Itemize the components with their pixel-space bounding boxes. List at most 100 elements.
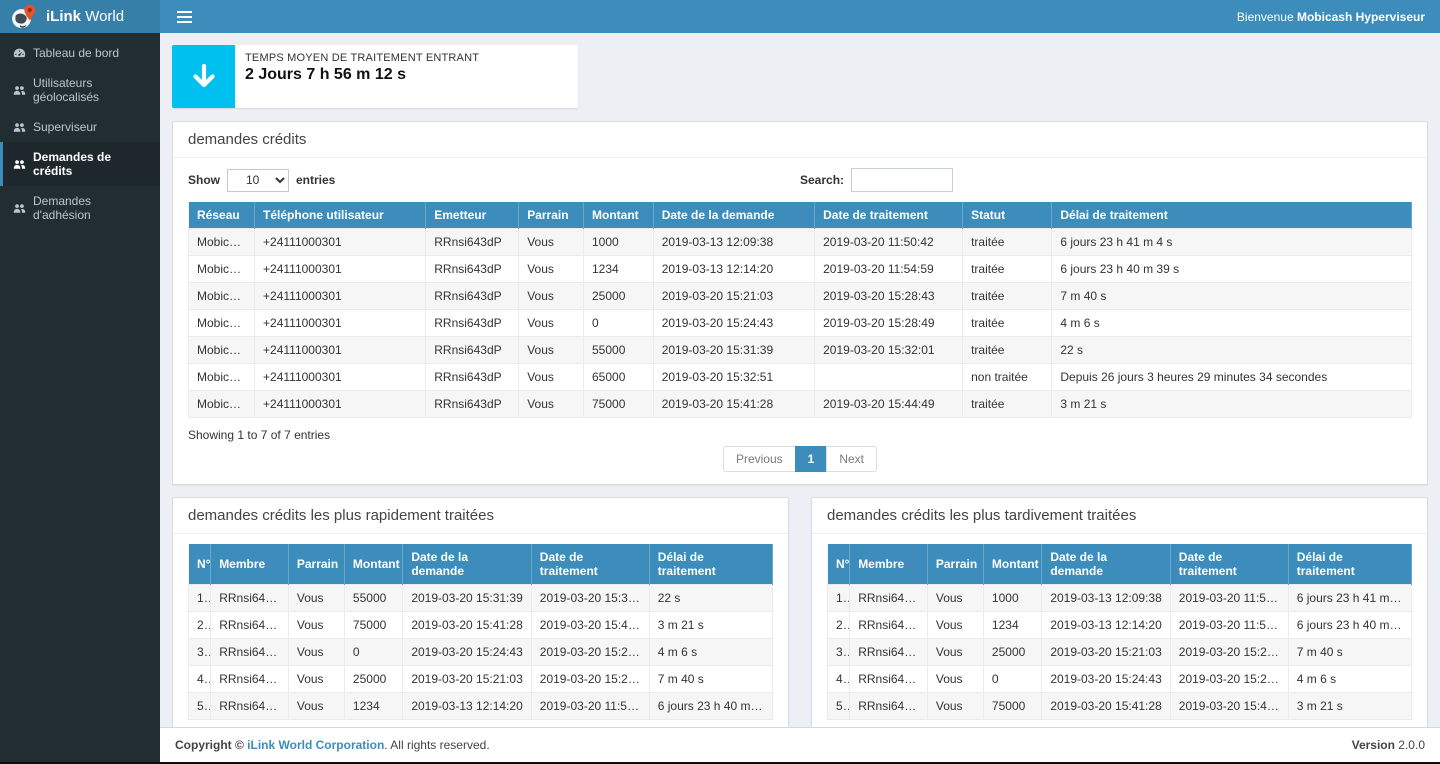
table-cell: 2019-03-20 15:24:43 (403, 639, 531, 666)
table-cell: 2019-03-20 11:50:42 (815, 229, 963, 256)
table-cell: RRnsi643dP (211, 612, 289, 639)
sidebar-item-demandes-d-adhesion[interactable]: Demandes d'adhésion (0, 186, 160, 230)
table-cell: 2019-03-20 11:54:59 (1170, 612, 1288, 639)
table-cell: +24111000301 (255, 310, 426, 337)
table-row: Mobicash+24111000301RRnsi643dPVous123420… (189, 256, 1412, 283)
entries-label: entries (296, 173, 335, 187)
table-cell: traitée (963, 283, 1052, 310)
table-cell: 2019-03-20 15:28:49 (815, 310, 963, 337)
table-cell: 4 (189, 666, 211, 693)
table-cell: RRnsi643dP (426, 256, 519, 283)
table-row: 4RRnsi643dPVous250002019-03-20 15:21:032… (189, 666, 773, 693)
table-row: 2RRnsi643dPVous750002019-03-20 15:41:282… (189, 612, 773, 639)
table-cell: 2019-03-20 15:31:39 (653, 337, 814, 364)
table-cell: 2019-03-20 11:54:59 (815, 256, 963, 283)
column-header-telephone-utilisateur[interactable]: Téléphone utilisateur (255, 202, 426, 229)
table-summary: Showing 1 to 7 of 7 entries (188, 428, 1412, 442)
table-cell: RRnsi643dP (211, 639, 289, 666)
panel-title: demandes crédits (173, 122, 1427, 158)
hamburger-icon[interactable] (175, 7, 194, 27)
column-header-delai-de-traitement[interactable]: Délai de traitement (1052, 202, 1412, 229)
sidebar-menu: Tableau de bord Utilisateurs géolocalisé… (0, 33, 160, 230)
table-row: Mobicash+24111000301RRnsi643dPVous02019-… (189, 310, 1412, 337)
brand-logo[interactable]: iLink World (0, 0, 160, 33)
pagination-next-button[interactable]: Next (826, 446, 877, 472)
table-cell: 6 jours 23 h 40 m 39 s (649, 693, 772, 720)
column-header-emetteur[interactable]: Emetteur (426, 202, 519, 229)
sidebar-item-utilisateurs-geolocalises[interactable]: Utilisateurs géolocalisés (0, 68, 160, 112)
table-row: Mobicash+24111000301RRnsi643dPVous550002… (189, 337, 1412, 364)
users-icon (13, 158, 26, 171)
table-cell: 2019-03-20 15:44:49 (1170, 693, 1288, 720)
company-link[interactable]: iLink World Corporation (247, 738, 384, 752)
column-header-montant[interactable]: Montant (584, 202, 654, 229)
users-icon (13, 202, 26, 215)
table-cell: 2019-03-20 15:21:03 (653, 283, 814, 310)
table-cell: 6 jours 23 h 41 m 4 s (1288, 585, 1411, 612)
search-control: Search: (800, 168, 1412, 192)
table-cell: 2019-03-20 15:32:01 (531, 585, 649, 612)
search-input[interactable] (851, 168, 953, 192)
table-row: Mobicash+24111000301RRnsi643dPVous100020… (189, 229, 1412, 256)
column-header-membre: Membre (211, 544, 289, 585)
sidebar-item-tableau-de-bord[interactable]: Tableau de bord (0, 38, 160, 68)
sidebar-item-label: Demandes de crédits (33, 150, 152, 178)
table-cell: 2019-03-20 15:44:49 (815, 391, 963, 418)
table-cell: 6 jours 23 h 40 m 39 s (1052, 256, 1412, 283)
table-cell: 25000 (584, 283, 654, 310)
table-cell: RRnsi643dP (426, 391, 519, 418)
table-cell: RRnsi643dP (426, 283, 519, 310)
table-cell: 0 (344, 639, 402, 666)
column-header-parrain[interactable]: Parrain (519, 202, 584, 229)
table-row: 1RRnsi643dPVous10002019-03-13 12:09:3820… (828, 585, 1412, 612)
users-icon (13, 84, 26, 97)
info-box-label: TEMPS MOYEN DE TRAITEMENT ENTRANT (245, 52, 479, 64)
column-header-date-de-la-demande: Date de la demande (1042, 544, 1170, 585)
copyright-text: Copyright © iLink World Corporation. All… (175, 738, 490, 752)
column-header-n: N° (189, 544, 211, 585)
table-cell: Vous (519, 310, 584, 337)
table-cell: 2019-03-20 15:28:49 (1170, 666, 1288, 693)
table-cell: 1 (189, 585, 211, 612)
sidebar-item-label: Superviseur (33, 120, 97, 134)
table-cell: 2019-03-20 15:21:03 (403, 666, 531, 693)
table-cell: traitée (963, 337, 1052, 364)
demandes-credits-panel: demandes crédits Show 10 entries Search:… (172, 121, 1428, 485)
table-cell: Mobicash (189, 229, 255, 256)
content-area: TEMPS MOYEN DE TRAITEMENT ENTRANT 2 Jour… (160, 33, 1440, 727)
table-cell: 3 m 21 s (1288, 693, 1411, 720)
column-header-date-de-la-demande: Date de la demande (403, 544, 531, 585)
table-cell: 0 (584, 310, 654, 337)
sidebar-item-demandes-de-credits[interactable]: Demandes de crédits (0, 142, 160, 186)
table-cell: 75000 (584, 391, 654, 418)
top-navbar: iLink World Bienvenue Mobicash Hypervise… (0, 0, 1440, 33)
table-cell: 55000 (344, 585, 402, 612)
table-cell: 2019-03-13 12:09:38 (1042, 585, 1170, 612)
column-header-statut[interactable]: Statut (963, 202, 1052, 229)
pagination-page-1[interactable]: 1 (795, 446, 828, 472)
page-length-select[interactable]: 10 (227, 169, 289, 192)
table-cell: 25000 (983, 639, 1041, 666)
table-cell: Mobicash (189, 283, 255, 310)
sidebar-item-superviseur[interactable]: Superviseur (0, 112, 160, 142)
table-row: 5RRnsi643dPVous12342019-03-13 12:14:2020… (189, 693, 773, 720)
fastest-processed-panel: demandes crédits les plus rapidement tra… (172, 497, 789, 727)
table-cell: 4 m 6 s (1288, 666, 1411, 693)
table-cell: RRnsi643dP (426, 229, 519, 256)
demandes-credits-table: RéseauTéléphone utilisateurEmetteurParra… (188, 202, 1412, 418)
pagination-previous-button[interactable]: Previous (723, 446, 796, 472)
table-cell: Vous (519, 229, 584, 256)
table-row: 4RRnsi643dPVous02019-03-20 15:24:432019-… (828, 666, 1412, 693)
column-header-date-de-traitement[interactable]: Date de traitement (815, 202, 963, 229)
column-header-date-de-la-demande[interactable]: Date de la demande (653, 202, 814, 229)
table-cell: 2019-03-20 15:41:28 (1042, 693, 1170, 720)
table-row: Mobicash+24111000301RRnsi643dPVous250002… (189, 283, 1412, 310)
info-box-value: 2 Jours 7 h 56 m 12 s (245, 66, 479, 84)
table-cell: +24111000301 (255, 391, 426, 418)
table-row: 2RRnsi643dPVous12342019-03-13 12:14:2020… (828, 612, 1412, 639)
search-label: Search: (800, 173, 844, 187)
table-cell: 7 m 40 s (1052, 283, 1412, 310)
table-cell: 25000 (344, 666, 402, 693)
column-header-reseau[interactable]: Réseau (189, 202, 255, 229)
table-cell: 1 (828, 585, 850, 612)
